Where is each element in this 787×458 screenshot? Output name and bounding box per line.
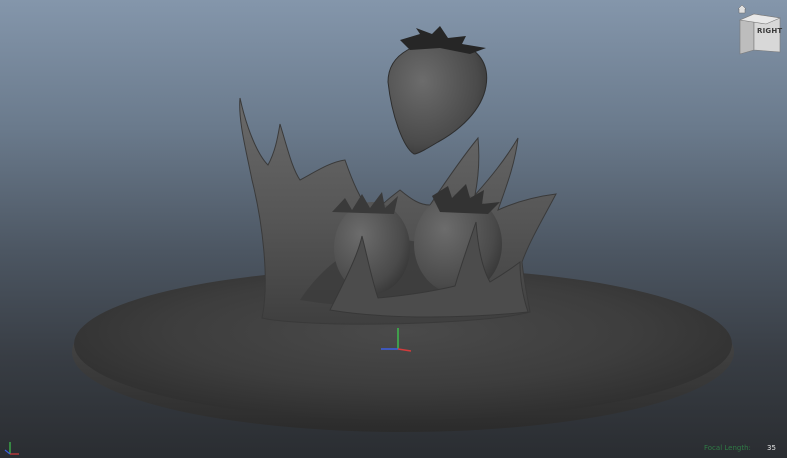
view-cube-face-label[interactable]: RIGHT [757, 27, 782, 35]
strawberry-falling [387, 26, 488, 155]
scene-render[interactable] [0, 0, 787, 458]
home-icon[interactable] [737, 4, 747, 14]
focal-length-label: Focal Length: [704, 444, 751, 452]
3d-viewport[interactable]: RIGHT Focal Length: 35 [0, 0, 787, 458]
focal-length-value: 35 [767, 444, 776, 452]
world-axis-icon [4, 442, 19, 455]
